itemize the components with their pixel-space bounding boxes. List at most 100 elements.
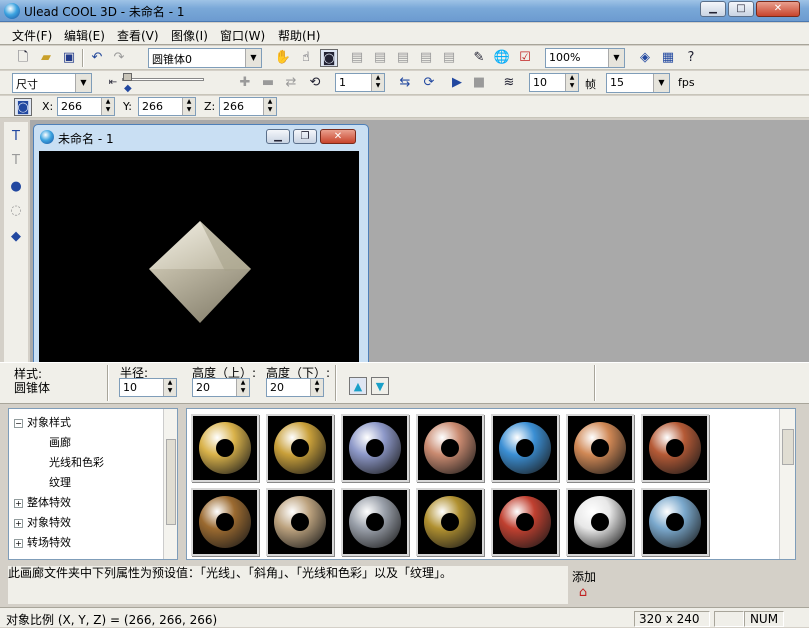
gallery-thumbnail[interactable]	[491, 414, 559, 482]
stop-icon[interactable]: ■	[470, 74, 488, 92]
doc-restore-button[interactable]: ❐	[293, 129, 317, 144]
menu-edit[interactable]: 编辑(E)	[64, 27, 105, 44]
bevel-icon-4[interactable]: ▤	[417, 49, 435, 67]
doc-close-button[interactable]: ✕	[320, 129, 356, 144]
play-icon[interactable]: ▶	[448, 74, 466, 92]
menu-view[interactable]: 查看(V)	[117, 27, 159, 44]
insert-shape-icon[interactable]: ●	[7, 178, 25, 196]
collapse-icon[interactable]: −	[14, 419, 23, 428]
attribute-select[interactable]: 尺寸 ▼	[12, 73, 92, 93]
x-spinner[interactable]: 266 ▲ ▼	[57, 97, 115, 116]
minimize-button[interactable]: ▁	[700, 1, 726, 17]
smooth-icon[interactable]: ≋	[500, 74, 518, 92]
menu-file[interactable]: 文件(F)	[12, 27, 52, 44]
pan-hand-icon[interactable]: ✋	[274, 49, 292, 67]
current-frame-spinner[interactable]: 1 ▲ ▼	[335, 73, 385, 92]
tree-item-light-color[interactable]: 光线和色彩	[49, 454, 104, 470]
spinner-arrows[interactable]: ▲ ▼	[163, 379, 176, 396]
palette-icon[interactable]: ✎	[470, 49, 488, 67]
preview-icon[interactable]: ☑	[516, 49, 534, 67]
radius-spinner[interactable]: 10 ▲ ▼	[119, 378, 177, 397]
spinner-arrows[interactable]: ▲ ▼	[310, 379, 323, 396]
z-spinner[interactable]: 266 ▲ ▼	[219, 97, 277, 116]
tree-item-object-effects[interactable]: + 对象特效	[14, 514, 71, 530]
close-button[interactable]: ✕	[756, 1, 800, 17]
size-mode-icon[interactable]: ◙	[14, 98, 32, 116]
gallery-thumbnail[interactable]	[266, 414, 334, 482]
menu-help[interactable]: 帮助(H)	[278, 27, 320, 44]
rotate-hand-icon[interactable]: ☝	[297, 49, 315, 67]
render-canvas[interactable]	[39, 151, 359, 364]
bevel-icon-3[interactable]: ▤	[394, 49, 412, 67]
expand-icon[interactable]: +	[14, 519, 23, 528]
globe-icon[interactable]: 🌐	[493, 49, 511, 67]
menu-window[interactable]: 窗口(W)	[220, 27, 265, 44]
gallery-thumbnail[interactable]	[191, 414, 259, 482]
first-frame-icon[interactable]: ⇤	[104, 74, 122, 92]
spinner-arrows[interactable]: ▲ ▼	[101, 98, 114, 115]
insert-text-icon[interactable]: T	[7, 128, 25, 146]
gallery-thumbnail[interactable]	[566, 488, 634, 556]
tree-scrollbar[interactable]	[163, 409, 177, 559]
add-key-icon[interactable]: ✚	[236, 74, 254, 92]
gallery-thumbnail[interactable]	[341, 414, 409, 482]
height-top-spinner[interactable]: 20 ▲ ▼	[192, 378, 250, 397]
new-file-icon[interactable]: 🗋	[14, 49, 32, 67]
edit-text-icon[interactable]: T	[7, 152, 25, 170]
object-select[interactable]: 圆锥体0 ▼	[148, 48, 262, 68]
loop-icon[interactable]: ⟲	[306, 74, 324, 92]
gallery-scrollbar[interactable]	[779, 409, 795, 559]
spinner-arrows[interactable]: ▲ ▼	[565, 74, 578, 91]
gallery-thumbnail[interactable]	[266, 488, 334, 556]
timeline-thumb[interactable]	[123, 73, 132, 81]
size-tool-icon[interactable]: ◙	[320, 49, 338, 67]
scrollbar-thumb[interactable]	[166, 439, 176, 525]
gallery-thumbnail[interactable]	[416, 414, 484, 482]
add-preset-button[interactable]: 添加 ⌂	[568, 566, 608, 604]
total-frames-spinner[interactable]: 10 ▲ ▼	[529, 73, 579, 92]
tree-item-global-effects[interactable]: + 整体特效	[14, 494, 71, 510]
bottom-shape-icon[interactable]: ▼	[371, 377, 389, 395]
gallery-thumbnail[interactable]	[566, 414, 634, 482]
tree-item-gallery[interactable]: 画廊	[49, 434, 71, 450]
menu-image[interactable]: 图像(I)	[171, 27, 208, 44]
edit-shape-icon[interactable]: ◌	[7, 202, 25, 220]
bevel-icon-5[interactable]: ▤	[440, 49, 458, 67]
export-icon[interactable]: ◈	[636, 49, 654, 67]
height-bottom-spinner[interactable]: 20 ▲ ▼	[266, 378, 324, 397]
remove-key-icon[interactable]: ▬	[259, 74, 277, 92]
spinner-arrows[interactable]: ▲ ▼	[236, 379, 249, 396]
gallery-thumbnail[interactable]	[491, 488, 559, 556]
repeat-icon[interactable]: ⟳	[420, 74, 438, 92]
spinner-arrows[interactable]: ▲ ▼	[371, 74, 384, 91]
geometric-object-icon[interactable]: ◆	[7, 228, 25, 246]
gallery-thumbnail[interactable]	[416, 488, 484, 556]
redo-icon[interactable]: ↷	[110, 49, 128, 67]
scrollbar-thumb[interactable]	[782, 429, 794, 465]
reverse-icon[interactable]: ⇄	[282, 74, 300, 92]
undo-icon[interactable]: ↶	[88, 49, 106, 67]
gallery-thumbnail[interactable]	[641, 488, 709, 556]
help-pointer-icon[interactable]: ?	[682, 49, 700, 67]
expand-icon[interactable]: +	[14, 539, 23, 548]
tree-item-object-style[interactable]: − 对象样式	[14, 414, 71, 430]
zoom-select[interactable]: 100% ▼	[545, 48, 625, 68]
tree-item-transition-effects[interactable]: + 转场特效	[14, 534, 71, 550]
y-spinner[interactable]: 266 ▲ ▼	[138, 97, 196, 116]
cone-object[interactable]	[39, 151, 359, 364]
camera-icon[interactable]: ▦	[659, 49, 677, 67]
bevel-icon-2[interactable]: ▤	[371, 49, 389, 67]
gallery-thumbnail[interactable]	[341, 488, 409, 556]
doc-minimize-button[interactable]: ▁	[266, 129, 290, 144]
open-folder-icon[interactable]: ▰	[37, 49, 55, 67]
spinner-arrows[interactable]: ▲ ▼	[263, 98, 276, 115]
gallery-thumbnail[interactable]	[641, 414, 709, 482]
expand-icon[interactable]: +	[14, 499, 23, 508]
timeline-slider[interactable]	[122, 78, 204, 81]
swap-icon[interactable]: ⇆	[396, 74, 414, 92]
title-bar[interactable]: Ulead COOL 3D - 未命名 - 1 ▁ □ ✕	[0, 0, 809, 22]
bevel-icon-1[interactable]: ▤	[348, 49, 366, 67]
gallery-thumbnail[interactable]	[191, 488, 259, 556]
fps-select[interactable]: 15 ▼	[606, 73, 670, 93]
save-icon[interactable]: ▣	[60, 49, 78, 67]
